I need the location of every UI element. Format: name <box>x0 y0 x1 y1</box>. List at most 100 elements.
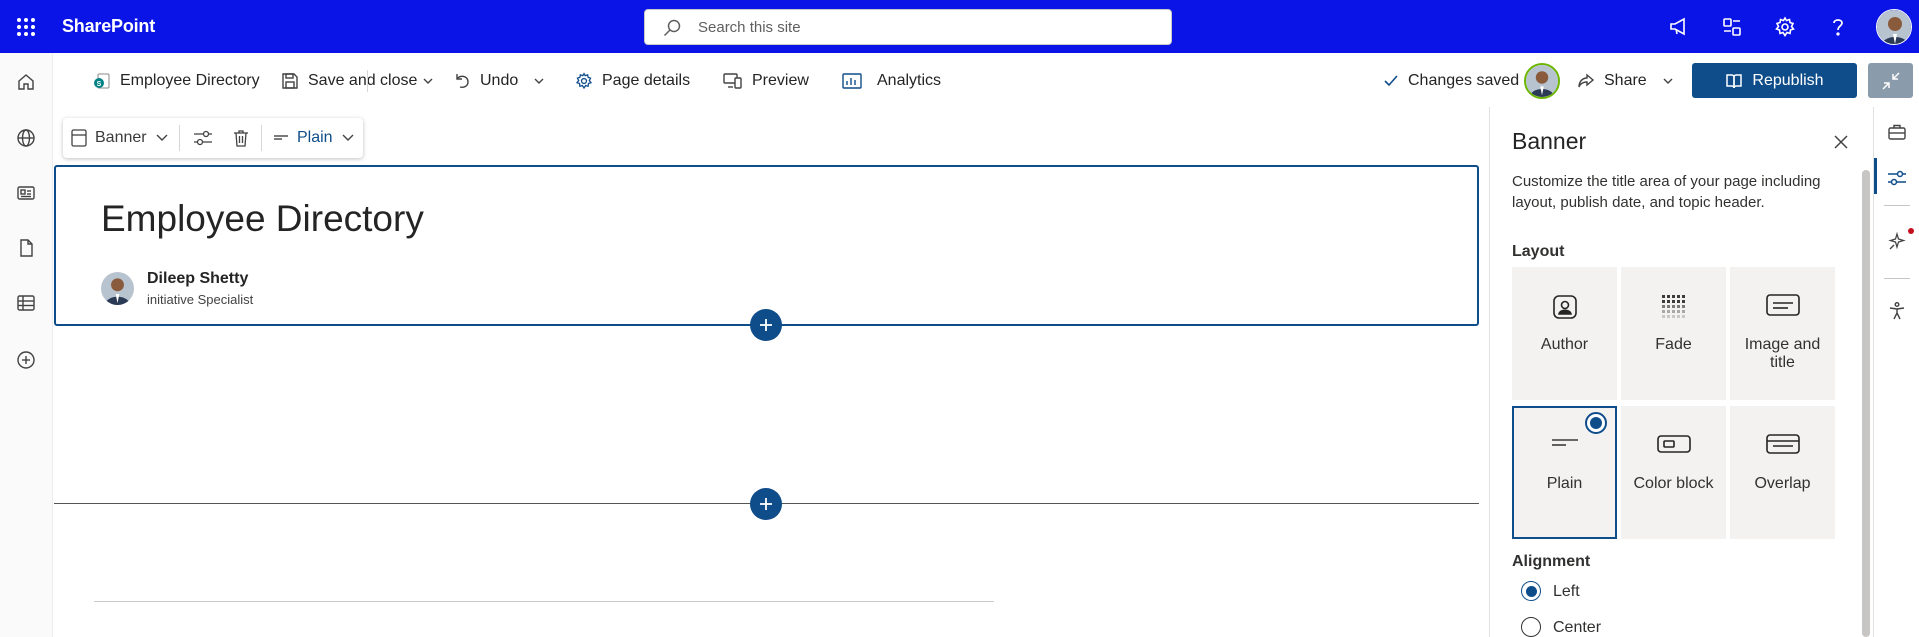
save-icon <box>281 72 299 90</box>
design-ideas-icon[interactable] <box>1884 229 1910 255</box>
author-avatar <box>101 272 134 305</box>
editor-avatar[interactable] <box>1524 63 1560 99</box>
collapse-icon[interactable] <box>1868 63 1913 98</box>
divider <box>367 70 368 92</box>
share-label: Share <box>1604 72 1647 89</box>
banner-icon <box>71 129 87 147</box>
chevron-down-icon <box>341 132 355 144</box>
book-icon <box>1725 72 1743 90</box>
search-placeholder: Search this site <box>698 19 801 36</box>
layout-tile-label: Color block <box>1633 475 1714 492</box>
image-and-title-layout-icon <box>1730 293 1835 317</box>
alignment-center-radio[interactable] <box>1521 617 1541 637</box>
user-avatar[interactable] <box>1876 9 1912 45</box>
divider <box>1884 205 1910 206</box>
overlap-layout-icon <box>1730 432 1835 456</box>
layout-tile-overlap[interactable]: Overlap <box>1730 406 1835 539</box>
save-and-close-button[interactable]: Save and close <box>281 69 417 93</box>
plus-icon <box>759 318 773 332</box>
undo-label: Undo <box>480 72 519 89</box>
page-details-label: Page details <box>602 72 691 89</box>
save-dropdown-chevron-icon[interactable] <box>422 69 434 93</box>
republish-label: Republish <box>1752 71 1824 89</box>
republish-button[interactable]: Republish <box>1692 63 1857 98</box>
add-circle-icon[interactable] <box>13 347 39 373</box>
app-name[interactable]: SharePoint <box>62 16 155 37</box>
undo-button[interactable]: Undo <box>453 69 518 93</box>
layout-tile-label: Overlap <box>1754 475 1811 492</box>
plus-icon <box>759 497 773 511</box>
undo-icon <box>453 72 471 90</box>
analytics-label: Analytics <box>877 72 942 89</box>
layout-tile-plain[interactable]: Plain <box>1512 406 1617 539</box>
divider <box>1884 278 1910 279</box>
layout-tile-fade[interactable]: Fade <box>1621 267 1726 400</box>
page-name-label: Employee Directory <box>120 72 260 89</box>
color-block-layout-icon <box>1621 432 1726 456</box>
layout-tile-label: Image and title <box>1744 336 1821 371</box>
accessibility-icon[interactable] <box>1884 298 1910 324</box>
page-details-button[interactable]: Page details <box>575 69 690 93</box>
suite-bar: SharePoint Search this site <box>0 0 1919 53</box>
save-and-close-label: Save and close <box>308 72 418 89</box>
preview-button[interactable]: Preview <box>723 69 809 93</box>
layout-dropdown[interactable]: Plain <box>273 126 355 150</box>
delete-icon[interactable] <box>233 126 249 150</box>
layout-tile-label: Plain <box>1546 475 1583 492</box>
alignment-left-radio[interactable] <box>1521 581 1541 601</box>
author-name: Dileep Shetty <box>147 270 249 287</box>
layout-section-label: Layout <box>1512 243 1565 260</box>
close-icon[interactable] <box>1829 130 1853 154</box>
preview-devices-icon <box>723 72 743 90</box>
banner-dropdown[interactable]: Banner <box>71 126 169 150</box>
changes-saved-status: Changes saved <box>1383 69 1519 93</box>
alignment-left-label[interactable]: Left <box>1553 583 1580 601</box>
share-button[interactable]: Share <box>1577 69 1674 93</box>
edit-properties-icon[interactable] <box>193 126 213 150</box>
layout-tile-author[interactable]: Author <box>1512 267 1617 400</box>
page-title[interactable]: Employee Directory <box>101 198 424 240</box>
active-indicator <box>1874 158 1877 194</box>
search-input[interactable]: Search this site <box>644 9 1172 45</box>
banner-webpart[interactable] <box>54 165 1479 326</box>
content-divider <box>94 601 994 602</box>
fade-layout-icon <box>1621 293 1726 321</box>
gear-icon[interactable] <box>1771 13 1799 41</box>
add-section-button[interactable] <box>750 488 782 520</box>
checkmark-icon <box>1383 73 1399 89</box>
pane-scrollbar[interactable] <box>1862 170 1870 637</box>
changes-saved-label: Changes saved <box>1408 72 1520 89</box>
settings-sliders-icon[interactable] <box>1884 165 1910 191</box>
waffle-icon[interactable] <box>12 14 40 40</box>
layout-dropdown-label: Plain <box>297 129 333 146</box>
plain-layout-icon <box>1514 432 1615 456</box>
chevron-down-icon <box>155 132 169 144</box>
layout-tile-label: Author <box>1540 336 1589 353</box>
share-icon <box>1577 72 1595 90</box>
undo-dropdown-chevron-icon[interactable] <box>533 69 545 93</box>
globe-icon[interactable] <box>13 125 39 151</box>
divider <box>261 125 262 151</box>
feedback-icon[interactable] <box>1718 13 1746 41</box>
news-icon[interactable] <box>13 180 39 206</box>
analytics-button[interactable]: Analytics <box>842 69 941 93</box>
page-name-button[interactable]: S Employee Directory <box>93 69 260 93</box>
document-icon[interactable] <box>13 235 39 261</box>
toolbox-icon[interactable] <box>1884 119 1910 145</box>
layout-tile-color-block[interactable]: Color block <box>1621 406 1726 539</box>
alignment-center-label[interactable]: Center <box>1553 619 1601 637</box>
list-icon[interactable] <box>13 290 39 316</box>
help-icon[interactable] <box>1824 13 1852 41</box>
author-title: initiative Specialist <box>147 292 254 307</box>
notification-dot <box>1908 228 1914 234</box>
preview-label: Preview <box>752 72 809 89</box>
home-icon[interactable] <box>13 69 39 95</box>
add-section-button[interactable] <box>750 309 782 341</box>
chevron-down-icon <box>1662 75 1674 87</box>
selected-check-icon <box>1585 412 1607 434</box>
megaphone-icon[interactable] <box>1665 13 1693 41</box>
layout-tile-label: Fade <box>1655 336 1692 353</box>
layout-tile-image-and-title[interactable]: Image and title <box>1730 267 1835 400</box>
search-icon <box>663 19 681 37</box>
gear-icon <box>575 72 593 90</box>
